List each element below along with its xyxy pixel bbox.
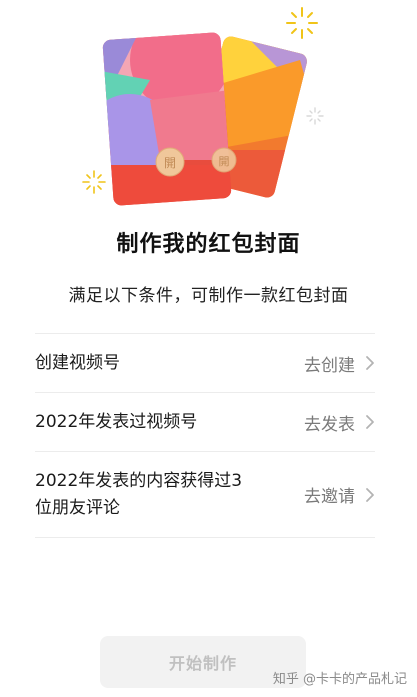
go-invite-link[interactable]: 去邀请: [304, 482, 375, 507]
watermark-text: 知乎 @卡卡的产品札记: [272, 672, 407, 687]
go-publish-link[interactable]: 去发表: [304, 410, 375, 435]
chevron-right-icon: [366, 487, 374, 502]
condition-action-text: 去创建: [304, 355, 355, 376]
front-seal-text: 開: [164, 156, 176, 170]
page-subtitle: 满足以下条件，可制作一款红包封面: [68, 286, 349, 306]
back-seal-text: 開: [219, 155, 230, 168]
sparkle-icon: [82, 170, 106, 194]
page-title: 制作我的红包封面: [116, 232, 301, 257]
cover-creation-page: 開 開 制作我的红包封面 满足以下条件，可制作一款红包封面 创建视频号 去创建 …: [0, 0, 417, 697]
sparkle-icon: [306, 107, 324, 125]
chevron-right-icon: [366, 356, 374, 370]
go-create-link[interactable]: 去创建: [304, 351, 375, 376]
condition-row-create-channel[interactable]: 创建视频号 去创建: [35, 334, 375, 393]
condition-row-publish-video[interactable]: 2022年发表过视频号 去发表: [35, 393, 375, 452]
condition-row-friend-comments[interactable]: 2022年发表的内容获得过3位朋友评论 去邀请: [35, 452, 375, 538]
chevron-right-icon: [366, 415, 374, 429]
conditions-list: 创建视频号 去创建 2022年发表过视频号 去发表 2022年发表的内容获得过3…: [35, 333, 375, 538]
condition-label: 2022年发表的内容获得过3位朋友评论: [35, 470, 243, 518]
condition-action-text: 去邀请: [304, 487, 355, 507]
condition-label: 2022年发表过视频号: [35, 411, 198, 432]
sparkle-icon: [286, 7, 318, 39]
condition-label: 创建视频号: [35, 352, 120, 373]
red-envelope-illustration: 開 開: [82, 7, 324, 206]
condition-action-text: 去发表: [304, 414, 355, 435]
